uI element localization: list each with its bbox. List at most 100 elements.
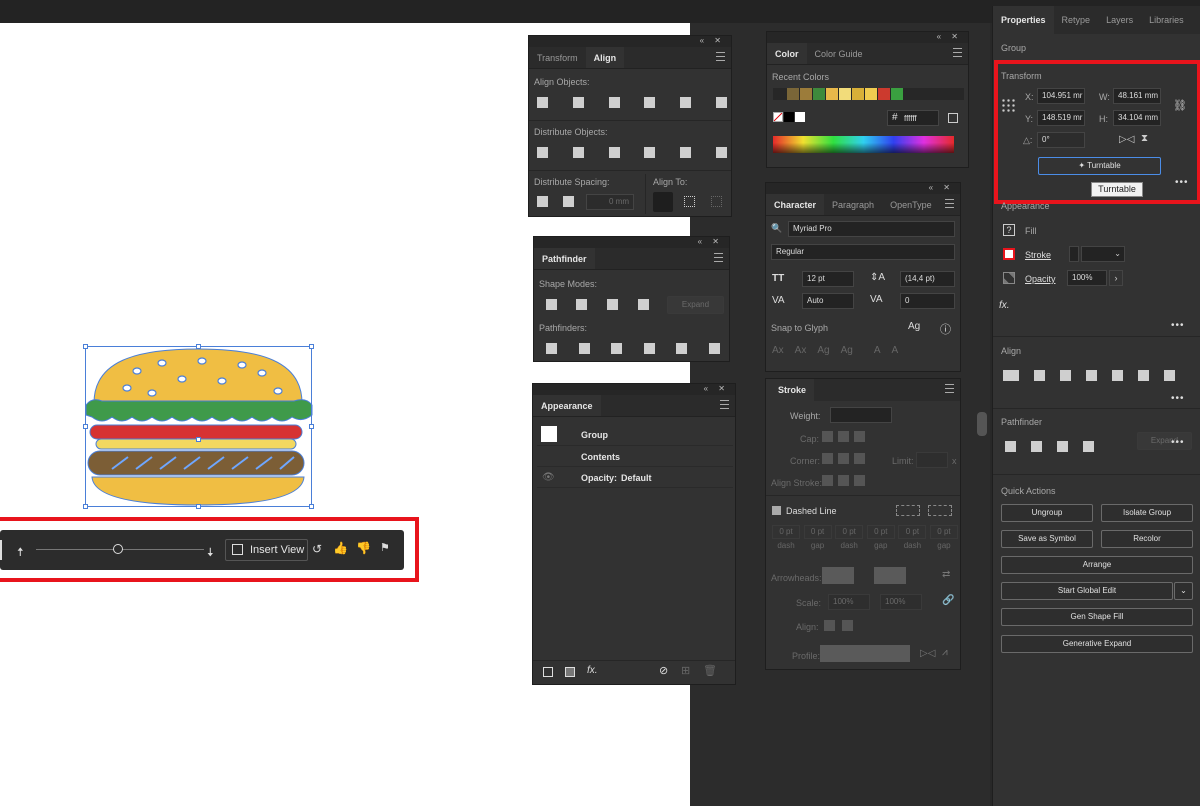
spacing-value-field[interactable]: 0 mm [586,194,634,210]
flip-vertical-icon[interactable]: ⧗ [1141,133,1148,144]
align-top-icon[interactable] [1112,370,1123,381]
insert-view-button[interactable]: Insert View [225,539,308,561]
dash-exact-icon[interactable] [896,505,920,516]
horizontal-spacing-icon[interactable] [563,196,574,207]
stroke-label[interactable]: Stroke [1025,250,1051,260]
flip-along-icon[interactable]: ▷◁ [920,648,935,659]
dash-gap-field[interactable]: 0 pt gap [866,525,895,550]
fx-icon[interactable]: fx. [999,300,1010,311]
round-join-icon[interactable] [838,453,849,464]
dash-gap-field[interactable]: 0 pt dash [835,525,864,550]
arrow-tip-beyond-icon[interactable] [824,620,835,631]
panel-menu-icon[interactable] [714,253,723,262]
save-as-symbol-button[interactable]: Save as Symbol [1001,530,1093,548]
align-to-selection-icon[interactable] [653,192,673,212]
add-new-stroke-icon[interactable] [543,667,553,677]
panel-menu-icon[interactable] [953,48,962,57]
unite-icon[interactable] [546,299,557,310]
fill-unknown-icon[interactable]: ? [1003,224,1015,236]
appearance-row-group[interactable]: Group [537,422,733,446]
ungroup-button[interactable]: Ungroup [1001,504,1093,522]
tracking-field[interactable]: 0 [900,293,955,309]
profile-select[interactable] [820,645,910,662]
panel-collapse-close[interactable]: « ✕ [700,36,725,45]
selection-handle[interactable] [196,344,201,349]
align-to-icon[interactable] [1003,370,1019,381]
minus-front-icon[interactable] [1031,441,1042,452]
dash-align-corners-icon[interactable] [928,505,952,516]
align-to-artboard-icon[interactable] [684,196,695,207]
outline-icon[interactable] [676,343,688,354]
dashed-line-checkbox[interactable] [772,506,781,515]
opacity-label[interactable]: Opacity [1025,274,1056,284]
align-bottom-icon[interactable] [715,97,727,108]
align-right-icon[interactable] [1086,370,1097,381]
rotation-field[interactable]: 0° [1037,132,1085,148]
panel-menu-icon[interactable] [720,400,729,409]
align-hcenter-icon[interactable] [572,97,584,108]
y-position-field[interactable]: 148.519 mr [1037,110,1085,126]
align-bottom-icon[interactable] [1164,370,1175,381]
selection-handle[interactable] [309,344,314,349]
tab-character[interactable]: Character [766,194,825,215]
generative-expand-button[interactable]: Generative Expand [1001,635,1193,653]
gen-shape-fill-button[interactable]: Gen Shape Fill [1001,608,1193,626]
arrow-tip-end-icon[interactable] [842,620,853,631]
recent-color-swatch[interactable] [878,88,890,100]
merge-icon[interactable] [611,343,623,354]
recent-color-swatch[interactable] [813,88,825,100]
white-swatch[interactable] [795,112,805,122]
align-vcenter-icon[interactable] [680,97,692,108]
recent-color-swatch[interactable] [826,88,838,100]
recent-color-swatch[interactable] [852,88,864,100]
tab-properties[interactable]: Properties [993,6,1054,34]
more-options-icon[interactable]: ••• [1171,437,1185,448]
tab-align[interactable]: Align [585,47,625,68]
tab-color[interactable]: Color [767,43,807,64]
none-swatch-icon[interactable] [773,112,783,122]
tab-appearance[interactable]: Appearance [533,395,601,416]
copy-color-icon[interactable] [948,113,958,123]
constrain-proportions-icon[interactable]: ⛓ [1173,99,1187,112]
tab-libraries[interactable]: Libraries [1141,6,1192,34]
dash-gap-field[interactable]: 0 pt gap [803,525,832,550]
snap-xheight-icon[interactable]: Ax [795,345,807,356]
butt-cap-icon[interactable] [822,431,833,442]
add-new-fill-icon[interactable] [565,667,575,677]
more-options-icon[interactable]: ••• [1171,393,1185,404]
reset-icon[interactable]: ↺ [312,542,322,556]
distribute-top-icon[interactable] [537,147,548,158]
tab-paragraph[interactable]: Paragraph [824,194,882,215]
font-style-select[interactable]: Regular [771,244,955,260]
align-center-stroke-icon[interactable] [822,475,833,486]
limit-field[interactable] [916,452,948,468]
distribute-bottom-icon[interactable] [608,147,620,158]
projecting-cap-icon[interactable] [854,431,865,442]
end-arrowhead-select[interactable] [874,567,906,584]
align-to-key-object-icon[interactable] [711,196,722,207]
align-hcenter-icon[interactable] [1060,370,1071,381]
recolor-button[interactable]: Recolor [1101,530,1193,548]
font-family-select[interactable]: Myriad Pro [788,221,955,237]
panel-menu-icon[interactable] [945,384,954,393]
panel-collapse-close[interactable]: « ✕ [698,237,723,246]
selection-handle[interactable] [309,424,314,429]
turntable-button[interactable]: ✦ Turntable [1038,157,1161,175]
snap-proximity-icon[interactable]: Ag [841,345,853,356]
dash-gap-field[interactable]: 0 pt dash [898,525,927,550]
selection-handle[interactable] [83,504,88,509]
align-top-icon[interactable] [644,97,656,108]
global-edit-options-chevron-icon[interactable]: ⌄ [1174,582,1193,600]
align-right-icon[interactable] [608,97,620,108]
crop-icon[interactable] [643,343,655,354]
panel-collapse-close[interactable]: « ✕ [937,32,962,41]
stroke-weight-select[interactable]: ⌄ [1081,246,1125,262]
snap-baseline-icon[interactable]: Ax [772,345,784,356]
duplicate-item-icon[interactable]: ⊞ [681,664,690,677]
isolate-group-button[interactable]: Isolate Group [1101,504,1193,522]
color-spectrum-bar[interactable] [773,136,954,153]
link-scale-icon[interactable]: 🔗 [942,595,954,606]
distribute-right-icon[interactable] [715,147,727,158]
glyph-icon[interactable]: Ag [908,321,920,332]
view-slider-thumb[interactable] [113,544,123,554]
